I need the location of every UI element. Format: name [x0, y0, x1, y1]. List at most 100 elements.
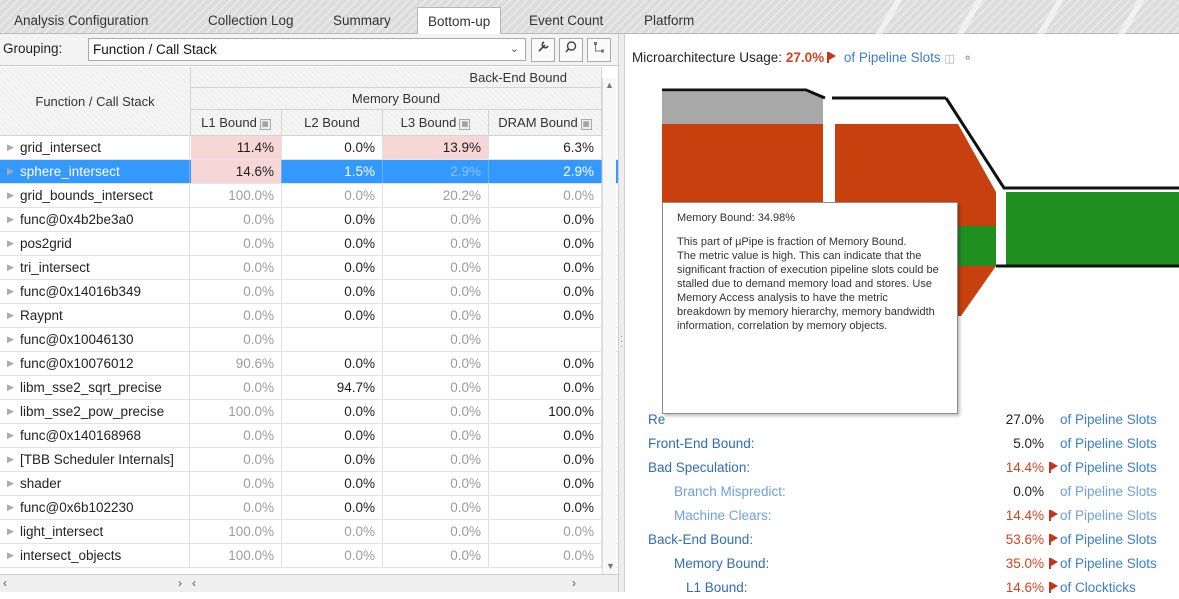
- table-row[interactable]: ▶ sphere_intersect 14.6% 1.5% 2.9% 2.9%: [0, 160, 618, 184]
- function-name-cell[interactable]: ▶ tri_intersect: [0, 256, 190, 279]
- column-group-memory-bound[interactable]: Memory Bound: [191, 88, 602, 110]
- column-header-l1-bound[interactable]: L1 Bound ▦: [191, 110, 282, 136]
- function-name-cell[interactable]: ▶ grid_bounds_intersect: [0, 184, 190, 207]
- table-row[interactable]: ▶ libm_sse2_sqrt_precise 0.0% 94.7% 0.0% 0.0%: [0, 376, 618, 400]
- help-icon[interactable]: ◫: [944, 53, 954, 65]
- metric-unit: of Pipeline Slots: [1060, 460, 1157, 475]
- function-name-cell[interactable]: ▶ func@0x10046130: [0, 328, 190, 351]
- expand-arrow-icon[interactable]: ▶: [7, 304, 14, 327]
- table-row[interactable]: ▶ shader 0.0% 0.0% 0.0% 0.0%: [0, 472, 618, 496]
- search-icon[interactable]: [559, 38, 583, 62]
- flag-icon: [1049, 558, 1059, 569]
- expand-arrow-icon[interactable]: ▶: [7, 448, 14, 471]
- column-group-back-end-bound[interactable]: Back-End Bound: [191, 67, 602, 88]
- expand-arrow-icon[interactable]: ▶: [7, 328, 14, 351]
- expand-arrow-icon[interactable]: ▶: [7, 280, 14, 303]
- filter-icon[interactable]: ▦: [580, 119, 592, 130]
- function-name-cell[interactable]: ▶ func@0x140168968: [0, 424, 190, 447]
- table-row[interactable]: ▶ light_intersect 100.0% 0.0% 0.0% 0.0%: [0, 520, 618, 544]
- metric-label[interactable]: L1 Bound:: [686, 576, 748, 599]
- tab-summary[interactable]: Summary: [323, 9, 401, 34]
- column-header-l3-bound[interactable]: L3 Bound ▦: [383, 110, 489, 136]
- pane-splitter[interactable]: · · ·: [618, 34, 625, 592]
- scroll-right-icon[interactable]: ›: [178, 576, 182, 590]
- metric-label[interactable]: Bad Speculation:: [648, 456, 750, 479]
- expand-arrow-icon[interactable]: ▶: [7, 352, 14, 375]
- column-header-l2-bound[interactable]: L2 Bound: [282, 110, 383, 136]
- expand-arrow-icon[interactable]: ▶: [7, 544, 14, 567]
- metric-label[interactable]: Front-End Bound:: [648, 432, 755, 455]
- function-name-label: tri_intersect: [20, 260, 90, 275]
- function-name-cell[interactable]: ▶ Raypnt: [0, 304, 190, 327]
- metric-cell-l2-bound: 0.0%: [282, 448, 383, 471]
- metric-label[interactable]: Branch Mispredict:: [674, 480, 786, 503]
- function-name-cell[interactable]: ▶ func@0x6b102230: [0, 496, 190, 519]
- table-row[interactable]: ▶ [TBB Scheduler Internals] 0.0% 0.0% 0.0% 0.…: [0, 448, 618, 472]
- grid-horizontal-scrollbar[interactable]: ‹ › ‹ ›: [0, 574, 618, 592]
- scroll-up-icon[interactable]: ▲: [603, 80, 616, 90]
- grouping-select[interactable]: Function / Call Stack ⌄: [88, 38, 526, 61]
- expand-arrow-icon[interactable]: ▶: [7, 208, 14, 231]
- filter-icon[interactable]: ▦: [259, 119, 271, 130]
- function-name-cell[interactable]: ▶ pos2grid: [0, 232, 190, 255]
- tab-bottom-up[interactable]: Bottom-up: [417, 7, 502, 35]
- expand-arrow-icon[interactable]: ▶: [7, 496, 14, 519]
- function-name-cell[interactable]: ▶ grid_intersect: [0, 136, 190, 159]
- column-header-function[interactable]: Function / Call Stack: [0, 67, 191, 136]
- table-row[interactable]: ▶ tri_intersect 0.0% 0.0% 0.0% 0.0%: [0, 256, 618, 280]
- expand-arrow-icon[interactable]: ▶: [7, 160, 14, 183]
- tab-collection-log[interactable]: Collection Log: [198, 9, 304, 34]
- function-name-cell[interactable]: ▶ libm_sse2_pow_precise: [0, 400, 190, 423]
- expand-arrow-icon[interactable]: ▶: [7, 424, 14, 447]
- metric-label[interactable]: Memory Bound:: [674, 552, 769, 575]
- tab-platform[interactable]: Platform: [634, 9, 704, 34]
- expand-icon[interactable]: ⚬: [963, 51, 973, 65]
- grid-vertical-scrollbar[interactable]: ▲ ▼: [602, 78, 616, 574]
- expand-arrow-icon[interactable]: ▶: [7, 400, 14, 423]
- metric-label[interactable]: Back-End Bound:: [648, 528, 753, 551]
- function-name-cell[interactable]: ▶ func@0x4b2be3a0: [0, 208, 190, 231]
- expand-arrow-icon[interactable]: ▶: [7, 232, 14, 255]
- table-row[interactable]: ▶ intersect_objects 100.0% 0.0% 0.0% 0.0%: [0, 544, 618, 568]
- table-row[interactable]: ▶ func@0x10076012 90.6% 0.0% 0.0% 0.0%: [0, 352, 618, 376]
- function-name-cell[interactable]: ▶ libm_sse2_sqrt_precise: [0, 376, 190, 399]
- splitter-grip-icon[interactable]: · · ·: [620, 332, 623, 352]
- wrench-icon[interactable]: [531, 38, 555, 62]
- table-row[interactable]: ▶ grid_bounds_intersect 100.0% 0.0% 20.2% 0.0…: [0, 184, 618, 208]
- metric-unit: of Pipeline Slots: [1060, 556, 1157, 571]
- table-row[interactable]: ▶ pos2grid 0.0% 0.0% 0.0% 0.0%: [0, 232, 618, 256]
- expand-arrow-icon[interactable]: ▶: [7, 520, 14, 543]
- table-row[interactable]: ▶ libm_sse2_pow_precise 100.0% 0.0% 0.0% 100.…: [0, 400, 618, 424]
- function-name-cell[interactable]: ▶ light_intersect: [0, 520, 190, 543]
- table-row[interactable]: ▶ func@0x10046130 0.0% 0.0%: [0, 328, 618, 352]
- filter-icon[interactable]: ▦: [459, 119, 471, 130]
- table-row[interactable]: ▶ Raypnt 0.0% 0.0% 0.0% 0.0%: [0, 304, 618, 328]
- table-row[interactable]: ▶ func@0x140168968 0.0% 0.0% 0.0% 0.0%: [0, 424, 618, 448]
- scroll-left-icon[interactable]: ‹: [192, 576, 196, 590]
- function-name-cell[interactable]: ▶ [TBB Scheduler Internals]: [0, 448, 190, 471]
- expand-arrow-icon[interactable]: ▶: [7, 376, 14, 399]
- scroll-down-icon[interactable]: ▼: [606, 561, 615, 571]
- function-name-cell[interactable]: ▶ intersect_objects: [0, 544, 190, 567]
- function-name-cell[interactable]: ▶ shader: [0, 472, 190, 495]
- expand-arrow-icon[interactable]: ▶: [7, 184, 14, 207]
- expand-arrow-icon[interactable]: ▶: [7, 472, 14, 495]
- column-header-dram-bound[interactable]: DRAM Bound ▦: [489, 110, 602, 136]
- function-name-cell[interactable]: ▶ sphere_intersect: [0, 160, 190, 183]
- tree-icon[interactable]: [587, 38, 611, 62]
- metric-value: 5.0%: [1013, 436, 1044, 451]
- table-row[interactable]: ▶ func@0x4b2be3a0 0.0% 0.0% 0.0% 0.0%: [0, 208, 618, 232]
- scroll-right-icon[interactable]: ›: [572, 576, 576, 590]
- metric-label[interactable]: Re: [648, 408, 665, 431]
- scroll-left-icon[interactable]: ‹: [3, 576, 7, 590]
- tab-event-count[interactable]: Event Count: [519, 9, 613, 34]
- table-row[interactable]: ▶ func@0x6b102230 0.0% 0.0% 0.0% 0.0%: [0, 496, 618, 520]
- function-name-cell[interactable]: ▶ func@0x10076012: [0, 352, 190, 375]
- tab-analysis-configuration[interactable]: Analysis Configuration: [4, 9, 158, 34]
- table-row[interactable]: ▶ grid_intersect 11.4% 0.0% 13.9% 6.3%: [0, 136, 618, 160]
- function-name-cell[interactable]: ▶ func@0x14016b349: [0, 280, 190, 303]
- table-row[interactable]: ▶ func@0x14016b349 0.0% 0.0% 0.0% 0.0%: [0, 280, 618, 304]
- expand-arrow-icon[interactable]: ▶: [7, 136, 14, 159]
- expand-arrow-icon[interactable]: ▶: [7, 256, 14, 279]
- metric-label[interactable]: Machine Clears:: [674, 504, 772, 527]
